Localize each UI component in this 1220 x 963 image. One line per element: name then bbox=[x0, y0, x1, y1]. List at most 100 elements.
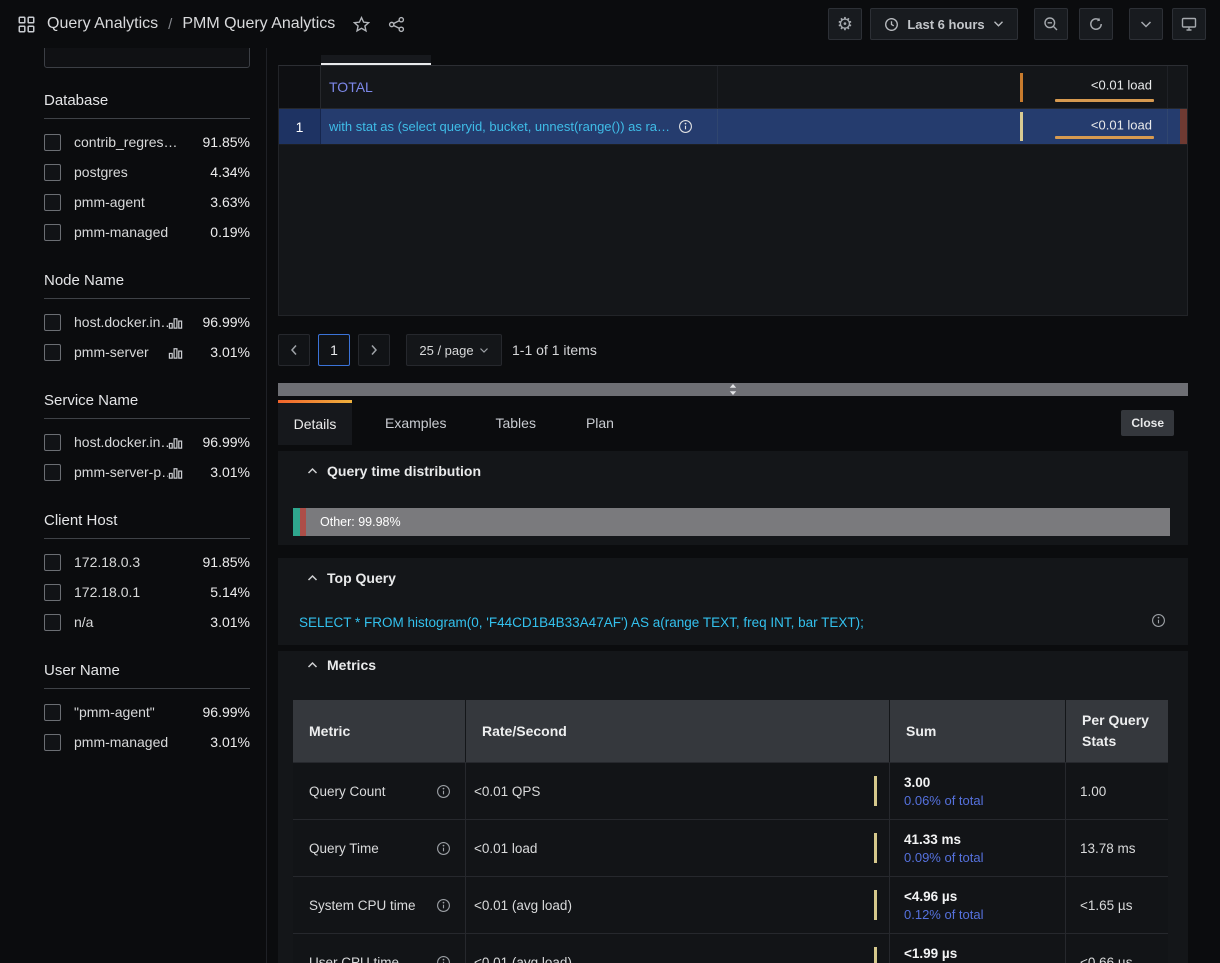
checkbox[interactable] bbox=[44, 344, 61, 361]
sidebar-scrollbar[interactable] bbox=[266, 48, 267, 963]
filter-label: "pmm-agent" bbox=[74, 704, 192, 720]
filter-item-pmm-managed-user[interactable]: pmm-managed 3.01% bbox=[44, 727, 250, 757]
section-title: Query time distribution bbox=[327, 463, 481, 479]
section-header[interactable]: Metrics bbox=[307, 657, 376, 673]
metrics-row-user-cpu: User CPU time <0.01 (avg load) <1.99 µs … bbox=[293, 933, 1168, 963]
checkbox[interactable] bbox=[44, 554, 61, 571]
star-icon[interactable] bbox=[353, 16, 370, 33]
filter-percent: 91.85% bbox=[192, 554, 250, 570]
filter-item-pmm-server-service[interactable]: pmm-server-p… 3.01% bbox=[44, 457, 250, 487]
filter-item-pmm-agent[interactable]: pmm-agent 3.63% bbox=[44, 187, 250, 217]
zoom-out-icon bbox=[1043, 16, 1059, 32]
collapse-caret-icon[interactable] bbox=[307, 574, 318, 582]
table-row-selected[interactable]: 1 with stat as (select queryid, bucket, … bbox=[279, 109, 1187, 145]
info-icon[interactable] bbox=[1151, 613, 1166, 628]
tab-plan[interactable]: Plan bbox=[571, 400, 629, 445]
filter-item-pmm-agent-user[interactable]: "pmm-agent" 96.99% bbox=[44, 697, 250, 727]
filter-label: 172.18.0.1 bbox=[74, 584, 192, 600]
filter-percent: 0.19% bbox=[192, 224, 250, 240]
sum-percent-link[interactable]: 0.09% of total bbox=[904, 850, 1065, 865]
checkbox[interactable] bbox=[44, 314, 61, 331]
load-column-sort-tab[interactable] bbox=[321, 55, 431, 65]
checkbox[interactable] bbox=[44, 134, 61, 151]
section-header[interactable]: Top Query bbox=[307, 570, 396, 586]
checkbox[interactable] bbox=[44, 434, 61, 451]
breadcrumb-root[interactable]: Query Analytics bbox=[47, 15, 158, 33]
filter-label: host.docker.in… bbox=[74, 434, 168, 450]
dashboard-settings-button[interactable]: ⚙ bbox=[828, 8, 862, 40]
distribution-label: Other: 99.98% bbox=[306, 515, 401, 529]
tab-details[interactable]: Details bbox=[278, 400, 352, 445]
gear-icon: ⚙ bbox=[837, 15, 853, 33]
bar-chart-icon[interactable] bbox=[168, 435, 183, 450]
refresh-interval-dropdown[interactable] bbox=[1129, 8, 1163, 40]
filter-item-pmm-managed[interactable]: pmm-managed 0.19% bbox=[44, 217, 250, 247]
distribution-segment-other: Other: 99.98% bbox=[306, 508, 1170, 536]
collapse-caret-icon[interactable] bbox=[307, 661, 318, 669]
time-range-picker[interactable]: Last 6 hours bbox=[870, 8, 1018, 40]
filter-item-pmm-server[interactable]: pmm-server 3.01% bbox=[44, 337, 250, 367]
page-size-value: 25 / page bbox=[419, 343, 473, 358]
zoom-out-button[interactable] bbox=[1034, 8, 1068, 40]
page-1-button[interactable]: 1 bbox=[318, 334, 350, 366]
qan-page: Query Analytics / PMM Query Analytics ⚙ bbox=[0, 0, 1220, 963]
filter-item-host-docker-service[interactable]: host.docker.in… 96.99% bbox=[44, 427, 250, 457]
collapse-caret-icon[interactable] bbox=[307, 467, 318, 475]
sum-percent-link[interactable]: 0.12% of total bbox=[904, 907, 1065, 922]
checkbox[interactable] bbox=[44, 734, 61, 751]
bar-chart-icon[interactable] bbox=[168, 315, 183, 330]
filter-label: pmm-agent bbox=[74, 194, 192, 210]
metric-sum: <4.96 µs bbox=[904, 889, 1065, 904]
pagination: 1 25 / page 1-1 of 1 items bbox=[278, 334, 597, 366]
top-query-sql[interactable]: SELECT * FROM histogram(0, 'F44CD1B4B33A… bbox=[299, 615, 864, 630]
sum-percent-link[interactable]: 0.06% of total bbox=[904, 793, 1065, 808]
filter-item-contrib-regres[interactable]: contrib_regres… 91.85% bbox=[44, 127, 250, 157]
filter-section-service-name: Service Name host.docker.in… 96.99% pmm-… bbox=[44, 390, 250, 487]
clock-icon bbox=[884, 17, 899, 32]
query-text[interactable]: with stat as (select queryid, bucket, un… bbox=[329, 119, 670, 134]
page-size-select[interactable]: 25 / page bbox=[406, 334, 502, 366]
panel-resize-handle[interactable] bbox=[278, 383, 1188, 396]
info-icon[interactable] bbox=[678, 119, 693, 134]
query-cell[interactable]: with stat as (select queryid, bucket, un… bbox=[321, 109, 718, 144]
monitor-icon bbox=[1181, 16, 1197, 32]
refresh-button[interactable] bbox=[1079, 8, 1113, 40]
tab-examples[interactable]: Examples bbox=[370, 400, 461, 445]
checkbox[interactable] bbox=[44, 164, 61, 181]
filter-label: pmm-server bbox=[74, 344, 168, 360]
top-query-panel: Top Query SELECT * FROM histogram(0, 'F4… bbox=[278, 558, 1188, 645]
column-header-sum: Sum bbox=[889, 700, 1065, 762]
prev-page-button[interactable] bbox=[278, 334, 310, 366]
info-icon[interactable] bbox=[436, 784, 451, 799]
tab-tables[interactable]: Tables bbox=[480, 400, 550, 445]
filter-label: pmm-managed bbox=[74, 734, 192, 750]
filter-section-title: User Name bbox=[44, 660, 250, 682]
bar-chart-icon[interactable] bbox=[168, 345, 183, 360]
end-cell bbox=[1167, 66, 1187, 108]
info-icon[interactable] bbox=[436, 898, 451, 913]
next-page-button[interactable] bbox=[358, 334, 390, 366]
checkbox[interactable] bbox=[44, 614, 61, 631]
info-icon[interactable] bbox=[436, 955, 451, 963]
checkbox[interactable] bbox=[44, 194, 61, 211]
info-icon[interactable] bbox=[436, 841, 451, 856]
checkbox[interactable] bbox=[44, 224, 61, 241]
filter-item-host-docker[interactable]: host.docker.in… 96.99% bbox=[44, 307, 250, 337]
checkbox[interactable] bbox=[44, 584, 61, 601]
filter-item-postgres[interactable]: postgres 4.34% bbox=[44, 157, 250, 187]
resize-arrows-icon bbox=[729, 384, 737, 395]
apps-grid-icon[interactable] bbox=[18, 16, 35, 33]
bar-chart-icon[interactable] bbox=[168, 465, 183, 480]
filter-item-na[interactable]: n/a 3.01% bbox=[44, 607, 250, 637]
table-row-total[interactable]: TOTAL <0.01 load bbox=[279, 66, 1187, 109]
share-icon[interactable] bbox=[388, 16, 405, 33]
section-header[interactable]: Query time distribution bbox=[307, 463, 481, 479]
filter-percent: 3.01% bbox=[192, 614, 250, 630]
filter-item-172-18-0-3[interactable]: 172.18.0.3 91.85% bbox=[44, 547, 250, 577]
filter-percent: 5.14% bbox=[192, 584, 250, 600]
tv-mode-button[interactable] bbox=[1172, 8, 1206, 40]
checkbox[interactable] bbox=[44, 704, 61, 721]
close-button[interactable]: Close bbox=[1121, 410, 1174, 436]
checkbox[interactable] bbox=[44, 464, 61, 481]
filter-item-172-18-0-1[interactable]: 172.18.0.1 5.14% bbox=[44, 577, 250, 607]
